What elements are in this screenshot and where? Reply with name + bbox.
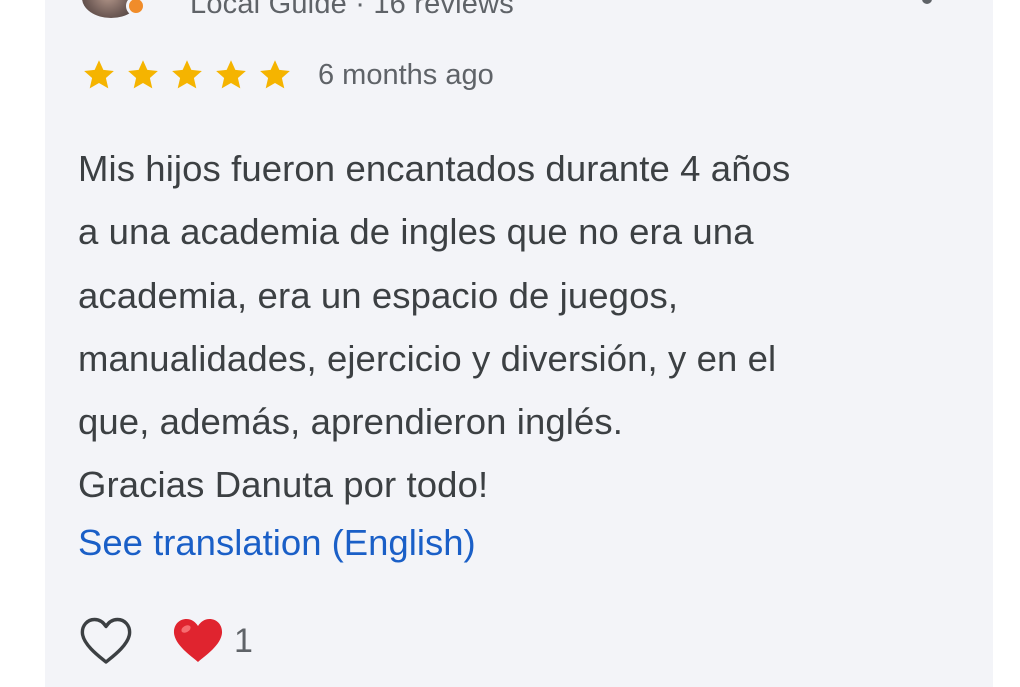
review-time: 6 months ago [318, 58, 494, 91]
star-icon [260, 60, 290, 89]
review-actions: 1 [78, 613, 253, 669]
reviewer-meta: Local Guide · 16 reviews [190, 0, 514, 20]
review-text: Mis hijos fueron encantados durante 4 añ… [78, 148, 791, 506]
star-icon [128, 60, 158, 89]
star-icon [84, 60, 114, 89]
reaction-count: 1 [234, 621, 253, 660]
see-translation-link[interactable]: See translation (English) [78, 516, 476, 570]
heart-outline-icon[interactable] [78, 615, 134, 667]
heart-reaction[interactable]: 1 [172, 617, 253, 665]
star-icon [216, 60, 246, 89]
star-rating [78, 57, 296, 93]
rating-row: 6 months ago [78, 57, 494, 93]
red-heart-icon [173, 619, 223, 662]
star-icon [172, 60, 202, 89]
